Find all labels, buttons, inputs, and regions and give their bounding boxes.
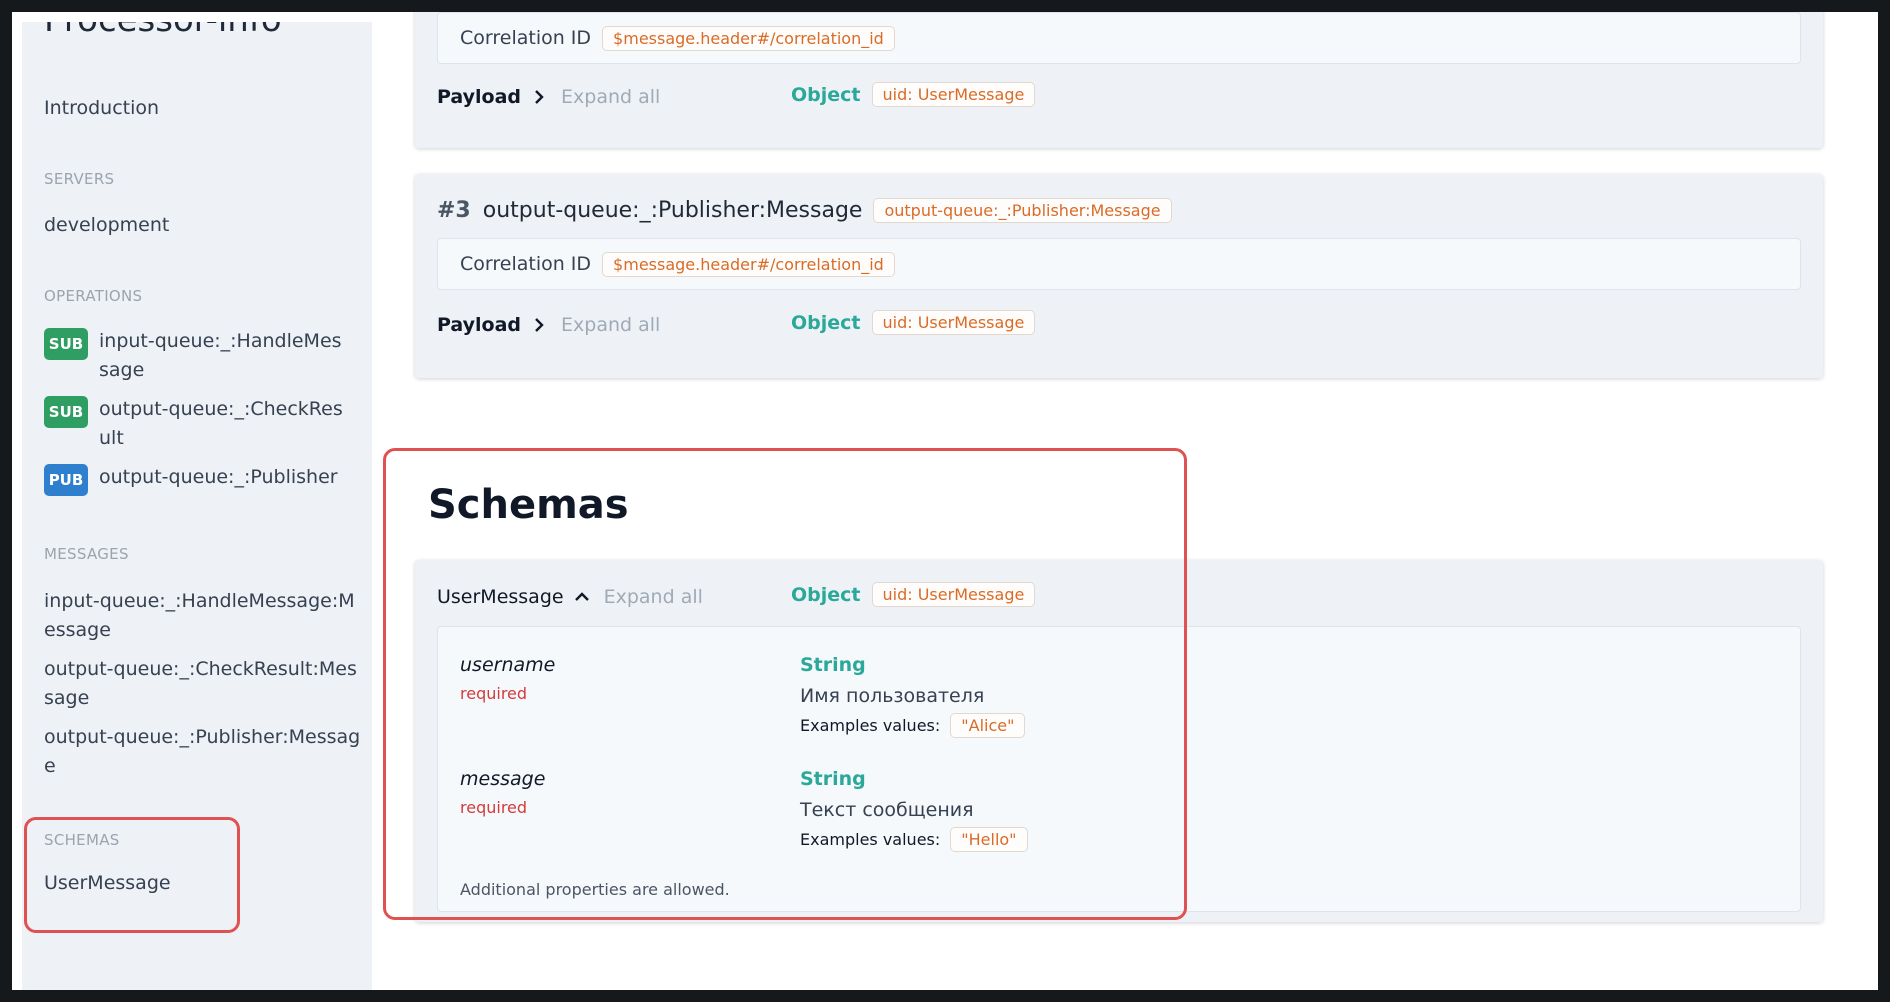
operation-label: output-queue:_:CheckResult: [99, 398, 343, 449]
operation-label: input-queue:_:HandleMessage: [99, 330, 342, 381]
schemas-section-title: Schemas: [428, 482, 629, 528]
sidebar-item-message[interactable]: input-queue:_:HandleMessage:Message: [44, 587, 364, 645]
correlation-id-tag: $message.header#/correlation_id: [602, 25, 895, 51]
sidebar-item-introduction[interactable]: Introduction: [44, 97, 159, 119]
required-label: required: [460, 798, 528, 817]
uid-tag: uid: UserMessage: [871, 310, 1036, 335]
property-name: username: [460, 654, 556, 676]
payload-type-group: Object uid: UserMessage: [791, 82, 1036, 107]
sidebar-item-message[interactable]: output-queue:_:CheckResult:Message: [44, 655, 364, 713]
payload-label[interactable]: Payload: [437, 314, 521, 336]
expand-all-button[interactable]: Expand all: [604, 586, 703, 608]
chevron-up-icon[interactable]: [572, 587, 592, 607]
object-type-label: Object: [791, 311, 861, 334]
payload-row: Payload Expand all: [437, 314, 660, 336]
pub-badge: PUB: [44, 464, 88, 496]
sidebar-heading-operations: OPERATIONS: [44, 287, 143, 305]
message-card-2: Correlation ID $message.header#/correlat…: [415, 12, 1823, 148]
sidebar-item-schema-usermessage[interactable]: UserMessage: [44, 872, 171, 894]
sub-badge: SUB: [44, 328, 88, 360]
schema-properties: username required String Имя пользовател…: [437, 626, 1801, 912]
example-tag: "Hello": [950, 827, 1028, 852]
uid-tag: uid: UserMessage: [871, 582, 1036, 607]
examples-label: Examples values:: [800, 716, 941, 735]
correlation-id-label: Correlation ID: [460, 27, 592, 49]
examples-label: Examples values:: [800, 830, 941, 849]
chevron-right-icon[interactable]: [529, 315, 549, 335]
payload-label[interactable]: Payload: [437, 86, 521, 108]
correlation-id-tag: $message.header#/correlation_id: [602, 251, 895, 277]
sidebar-item-operation[interactable]: SUB output-queue:_:CheckResult: [44, 395, 364, 453]
object-type-label: Object: [791, 583, 861, 606]
property-examples: Examples values: "Hello": [800, 827, 1028, 852]
correlation-id-row: Correlation ID $message.header#/correlat…: [437, 12, 1801, 64]
sidebar-heading-servers: SERVERS: [44, 170, 115, 188]
payload-type-group: Object uid: UserMessage: [791, 310, 1036, 335]
message-name: output-queue:_:Publisher:Message: [482, 198, 863, 223]
sidebar-heading-messages: MESSAGES: [44, 545, 129, 563]
correlation-id-row: Correlation ID $message.header#/correlat…: [437, 238, 1801, 290]
app-title: Processor-info: [44, 22, 282, 40]
sidebar: Processor-info Introduction SERVERS deve…: [22, 22, 372, 990]
sidebar-item-operation[interactable]: PUB output-queue:_:Publisher: [44, 463, 364, 496]
sidebar-item-message[interactable]: output-queue:_:Publisher:Message: [44, 723, 364, 781]
expand-all-button[interactable]: Expand all: [561, 314, 660, 336]
sidebar-item-server-development[interactable]: development: [44, 214, 169, 236]
chevron-right-icon[interactable]: [529, 87, 549, 107]
property-name: message: [460, 768, 546, 790]
sub-badge: SUB: [44, 396, 88, 428]
schema-header-row: UserMessage Expand all: [437, 586, 703, 608]
required-label: required: [460, 684, 528, 703]
schema-type-group: Object uid: UserMessage: [791, 582, 1036, 607]
schema-name[interactable]: UserMessage: [437, 586, 564, 608]
property-type: String: [800, 654, 866, 676]
expand-all-button[interactable]: Expand all: [561, 86, 660, 108]
property-description: Текст сообщения: [800, 799, 974, 821]
operation-label: output-queue:_:Publisher: [99, 466, 338, 488]
property-description: Имя пользователя: [800, 685, 985, 707]
property-type: String: [800, 768, 866, 790]
message-number: #3: [437, 198, 471, 223]
sidebar-heading-schemas: SCHEMAS: [44, 831, 120, 849]
app-window: Processor-info Introduction SERVERS deve…: [12, 12, 1878, 990]
message-name-tag: output-queue:_:Publisher:Message: [873, 198, 1172, 223]
schema-card-usermessage: UserMessage Expand all Object uid: UserM…: [415, 560, 1823, 922]
object-type-label: Object: [791, 83, 861, 106]
uid-tag: uid: UserMessage: [871, 82, 1036, 107]
payload-row: Payload Expand all: [437, 86, 660, 108]
message-card-3: #3 output-queue:_:Publisher:Message outp…: [415, 174, 1823, 378]
sidebar-item-operation[interactable]: SUB input-queue:_:HandleMessage: [44, 327, 364, 385]
message-title-row: #3 output-queue:_:Publisher:Message outp…: [437, 198, 1172, 223]
additional-properties-note: Additional properties are allowed.: [460, 880, 730, 899]
example-tag: "Alice": [950, 713, 1026, 738]
property-examples: Examples values: "Alice": [800, 713, 1026, 738]
correlation-id-label: Correlation ID: [460, 253, 592, 275]
